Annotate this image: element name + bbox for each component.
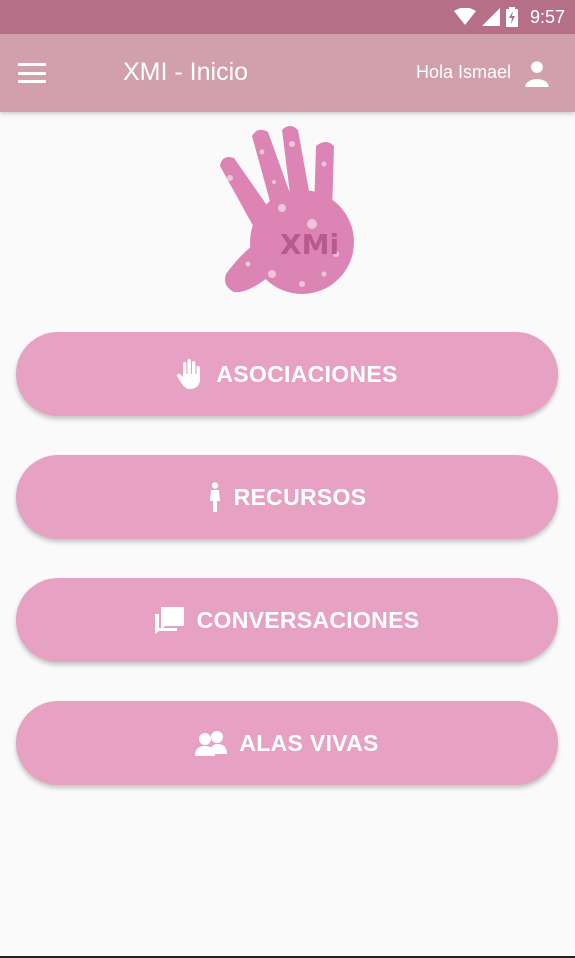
alas-vivas-label: ALAS VIVAS (239, 729, 379, 756)
recursos-button[interactable]: RECURSOS (16, 455, 558, 539)
alas-vivas-button[interactable]: ALAS VIVAS (16, 701, 558, 785)
woman-icon (208, 482, 222, 512)
status-icons: 9:57 (453, 0, 565, 34)
hand-icon (176, 359, 204, 389)
recursos-label: RECURSOS (233, 483, 367, 510)
logo-text: XMi (280, 228, 339, 261)
conversaciones-label: CONVERSACIONES (196, 606, 420, 633)
battery-charging-icon (505, 7, 518, 27)
app-bar: XMI - Inicio Hola Ismael (0, 34, 575, 112)
hand-logo: XMi (220, 126, 354, 294)
group-icon (195, 730, 228, 756)
user-greeting: Hola Ismael (415, 62, 511, 82)
hamburger-menu-icon[interactable] (18, 60, 46, 86)
account-icon[interactable] (523, 59, 551, 87)
wifi-icon (453, 8, 476, 25)
conversaciones-button[interactable]: CONVERSACIONES (16, 578, 558, 662)
chat-icon (154, 606, 185, 634)
signal-icon (481, 8, 500, 26)
status-bar: 9:57 (0, 0, 575, 34)
asociaciones-button[interactable]: ASOCIACIONES (16, 332, 558, 416)
asociaciones-label: ASOCIACIONES (216, 360, 398, 387)
status-time: 9:57 (529, 6, 565, 27)
page-title: XMI - Inicio (123, 58, 249, 86)
